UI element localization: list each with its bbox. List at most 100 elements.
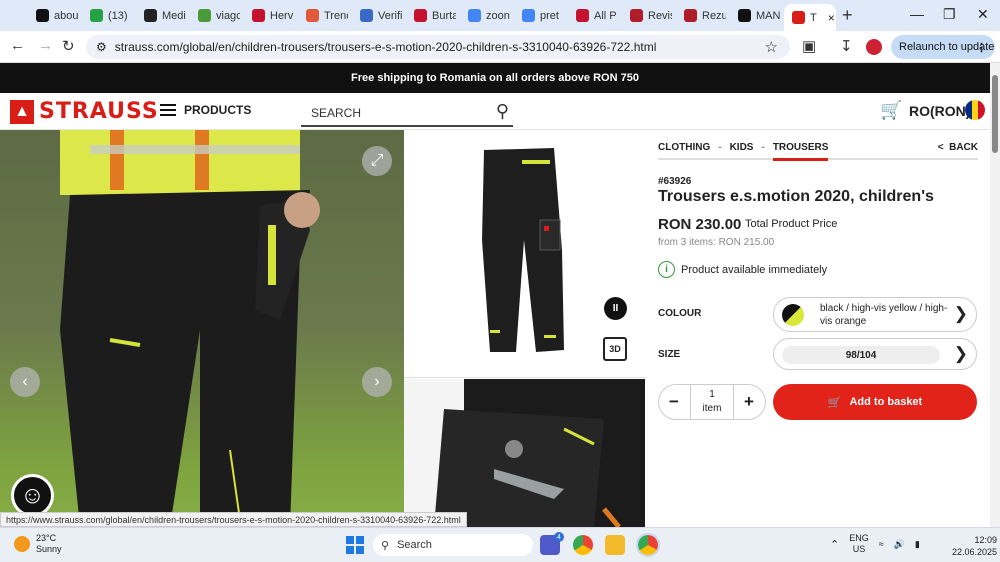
volume-icon[interactable]: 🔊 [894,539,905,550]
clock[interactable]: 12:09 22.06.2025 [952,534,997,558]
language-indicator[interactable]: ENG US [849,533,869,555]
quantity-stepper: − 1 item + [658,384,766,420]
battery-icon[interactable]: ▮ [915,539,920,550]
search-icon[interactable]: ⚲ [496,101,509,122]
windows-taskbar: 23°C Sunny ⚲ Search 4 ⌃ ENG US ≈ 🔊 ▮ 12:09… [0,527,1000,562]
cart-icon[interactable]: 🛒 [880,100,902,121]
lang-code: ENG [849,533,869,543]
back-arrow-icon[interactable]: ← [10,37,25,54]
tab-favicon-icon [90,9,103,22]
size-selector[interactable]: 98/104 ❯ [773,338,977,370]
browser-tab[interactable]: Verifi [352,4,402,27]
tab-label: All P [594,9,617,22]
quantity-unit: item [702,403,722,414]
tab-favicon-icon [630,9,643,22]
basket-icon: 🛒 [827,396,842,409]
view-3d-button[interactable]: 3D [603,337,627,361]
omnibox[interactable]: ⚙ strauss.com/global/en/children-trouser… [86,35,790,59]
tab-favicon-icon [738,9,751,22]
close-tab-icon[interactable]: × [828,11,835,25]
gallery-next-icon[interactable]: › [362,367,392,397]
tab-label: Rezu [702,9,726,22]
decrease-quantity-button[interactable]: − [669,392,679,412]
browser-tab[interactable]: zoon [460,4,510,27]
minimize-icon[interactable]: — [910,6,924,22]
tab-favicon-icon [522,9,535,22]
fullscreen-icon[interactable]: ⤢ [362,146,392,176]
tab-label: MAN [756,9,780,22]
gallery-prev-icon[interactable]: ‹ [10,367,40,397]
new-tab-button[interactable]: + [842,5,853,26]
increase-quantity-button[interactable]: + [744,392,754,412]
search-input[interactable]: SEARCH ⚲ [301,101,513,127]
wifi-icon[interactable]: ≈ [879,539,884,549]
availability-status: i Product available immediately [658,261,827,278]
back-link[interactable]: < BACK [938,142,978,153]
tab-label: zoon [486,9,510,22]
browser-tab-strip: abou (13) Medi viagc Herv Trenc Verifi Burta zoo… [0,0,1000,31]
colour-selector[interactable]: black / high-vis yellow / high-vis orang… [773,297,977,332]
breadcrumb-trousers[interactable]: TROUSERS [772,142,829,161]
browser-tab[interactable]: Herv [244,4,294,27]
product-detail-photo[interactable] [404,379,645,527]
profile-avatar[interactable] [866,39,882,55]
browser-tab[interactable]: MAN [730,4,780,27]
tab-favicon-icon [360,9,373,22]
reload-icon[interactable]: ↻ [62,37,75,55]
search-placeholder: SEARCH [311,106,362,120]
clock-time: 12:09 [974,535,998,545]
browser-tab[interactable]: abou [28,4,78,27]
browser-tab[interactable]: (13) [82,4,132,27]
back-label: BACK [949,142,978,153]
windows-start-icon[interactable] [346,536,364,554]
accessibility-icon[interactable]: ☺ [11,474,54,517]
extensions-icon[interactable]: ▣ [802,37,816,55]
breadcrumb-kids[interactable]: KIDS [730,142,754,153]
chrome-active-icon[interactable] [636,533,660,557]
close-window-icon[interactable]: ✕ [977,6,989,23]
chevron-up-icon[interactable]: ⌃ [830,538,839,551]
browser-tab[interactable]: Medi [136,4,186,27]
browser-tab[interactable]: T × [784,4,836,31]
file-explorer-icon[interactable] [605,535,625,555]
quantity-field[interactable]: 1 item [690,385,734,419]
add-to-basket-button[interactable]: 🛒 Add to basket [773,384,977,420]
strauss-logo[interactable]: ▲ STRAUSS [10,99,159,124]
tab-label: Herv [270,9,294,22]
system-tray: ⌃ ENG US ≈ 🔊 ▮ [830,533,920,555]
more-menu-icon[interactable]: ⋮ [976,41,987,54]
taskbar-search[interactable]: ⚲ Search [373,534,533,556]
browser-tab[interactable]: All P [568,4,618,27]
browser-tab[interactable]: pret [514,4,564,27]
chrome-icon[interactable] [573,535,593,555]
romania-flag-icon[interactable] [965,100,985,120]
restore-icon[interactable]: ❐ [943,6,956,23]
bookmark-star-icon[interactable]: ☆ [765,38,778,56]
weather-widget[interactable]: 23°C Sunny [14,533,62,555]
site-info-icon[interactable]: ⚙ [96,40,107,54]
breadcrumb-clothing[interactable]: CLOTHING [658,142,710,153]
teams-badge: 4 [554,532,564,542]
browser-tab[interactable]: Trenc [298,4,348,27]
lang-region: US [852,544,866,554]
products-menu-button[interactable]: PRODUCTS [160,103,251,117]
main-product-photo: ⤢ ‹ › [0,130,404,527]
browser-tab[interactable]: Rezu [676,4,726,27]
forward-arrow-icon[interactable]: → [38,37,53,54]
products-label: PRODUCTS [184,103,252,117]
browser-tab[interactable]: Revis [622,4,672,27]
relaunch-button[interactable]: Relaunch to update ⋮ [891,35,995,59]
region-selector[interactable]: RO(RON) [909,103,970,119]
scrollbar-thumb[interactable] [992,75,998,153]
download-icon[interactable]: ↧ [840,37,853,55]
tab-label: Revis [648,9,672,22]
availability-text: Product available immediately [681,263,828,276]
browser-tab[interactable]: viagc [190,4,240,27]
logo-mark-icon: ▲ [10,99,34,124]
product-price: RON 230.00 [658,216,742,233]
tab-label: pret [540,9,559,22]
browser-tab[interactable]: Burta [406,4,456,27]
chevron-right-icon: ❯ [953,304,968,323]
page-scrollbar[interactable] [990,63,1000,527]
pause-icon[interactable]: II [604,297,627,320]
